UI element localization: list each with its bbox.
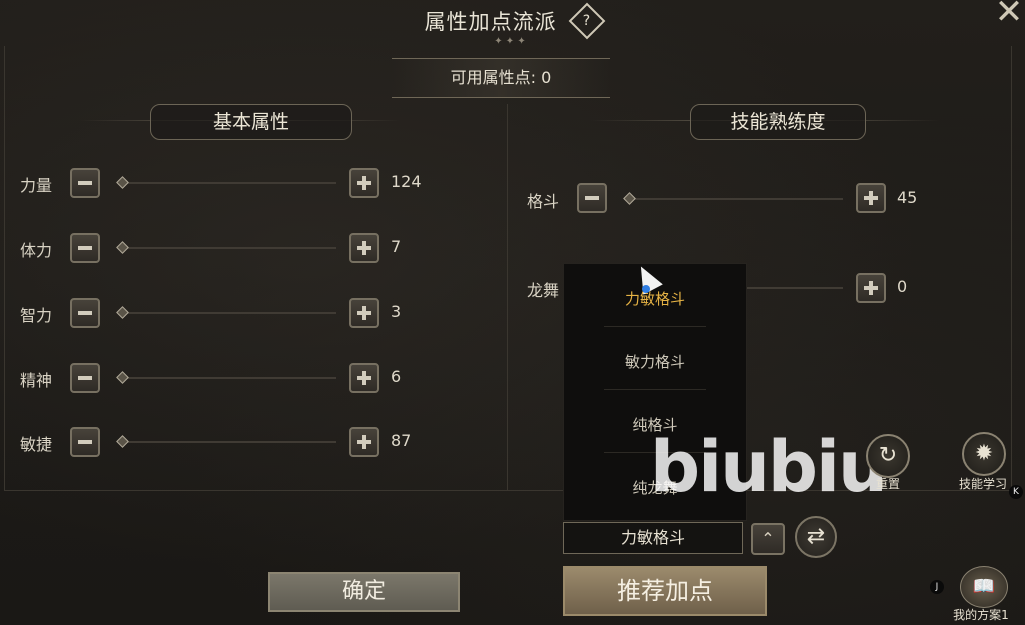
close-icon[interactable]: ✕: [993, 0, 1025, 29]
increase-button[interactable]: [349, 427, 379, 457]
reset-icon[interactable]: ↻: [866, 434, 910, 478]
decrease-button[interactable]: [70, 427, 100, 457]
attr-slider[interactable]: [118, 247, 336, 249]
dropdown-separator: [604, 326, 706, 327]
cursor-dot-icon: [642, 285, 650, 293]
attr-label: 智力: [20, 306, 53, 325]
my-plan-label: 我的方案1: [953, 608, 1009, 622]
skill-label: 格斗: [527, 192, 560, 211]
preset-select[interactable]: 力敏格斗: [563, 522, 743, 554]
help-icon[interactable]: ?: [568, 2, 606, 40]
attr-value: 6: [391, 367, 402, 386]
basic-section-title: 基本属性: [150, 104, 352, 140]
page-title: 属性加点流派 ?: [0, 2, 1025, 40]
section-divider: [507, 104, 508, 490]
increase-button[interactable]: [349, 168, 379, 198]
attr-value: 87: [391, 431, 412, 450]
reset-label: 重置: [875, 477, 900, 491]
skill-learn-icon[interactable]: ✹: [962, 432, 1006, 476]
increase-button[interactable]: [349, 363, 379, 393]
attr-label: 力量: [20, 176, 53, 195]
available-points: 可用属性点: 0: [392, 58, 610, 98]
increase-button[interactable]: [349, 233, 379, 263]
decrease-button[interactable]: [70, 363, 100, 393]
attr-value: 124: [391, 172, 422, 191]
hotkey-hint: J: [930, 580, 944, 594]
attr-value: 3: [391, 302, 402, 321]
watermark: biubiu: [650, 426, 888, 508]
increase-button[interactable]: [349, 298, 379, 328]
attr-label: 敏捷: [20, 435, 53, 454]
skill-section-title: 技能熟练度: [690, 104, 866, 140]
skill-value: 45: [897, 188, 918, 207]
attr-slider[interactable]: [118, 377, 336, 379]
recommend-button[interactable]: 推荐加点: [563, 566, 767, 616]
page-title-text: 属性加点流派: [424, 10, 557, 34]
hotkey-hint: K: [1009, 485, 1023, 499]
skill-label: 龙舞: [527, 281, 560, 300]
decrease-button[interactable]: [70, 168, 100, 198]
swap-icon[interactable]: ⇄: [795, 516, 837, 558]
title-ornament: ✦ ✦ ✦: [494, 36, 526, 47]
skill-slider[interactable]: [625, 198, 843, 200]
confirm-button[interactable]: 确定: [268, 572, 460, 612]
dropdown-separator: [604, 389, 706, 390]
attr-label: 体力: [20, 241, 53, 260]
attr-slider[interactable]: [118, 312, 336, 314]
increase-button[interactable]: [856, 183, 886, 213]
skill-learn-label: 技能学习: [958, 477, 1007, 491]
skill-slider[interactable]: [745, 287, 843, 289]
decrease-button[interactable]: [70, 298, 100, 328]
attr-label: 精神: [20, 371, 53, 390]
dropdown-option[interactable]: 敏力格斗: [564, 351, 746, 372]
attr-slider[interactable]: [118, 441, 336, 443]
book-icon[interactable]: 📖: [960, 566, 1008, 608]
dropdown-option[interactable]: 力敏格斗: [564, 288, 746, 309]
expand-up-icon[interactable]: ⌃: [751, 523, 785, 555]
decrease-button[interactable]: [577, 183, 607, 213]
decrease-button[interactable]: [70, 233, 100, 263]
skill-value: 0: [897, 277, 908, 296]
increase-button[interactable]: [856, 273, 886, 303]
attr-value: 7: [391, 237, 402, 256]
attr-slider[interactable]: [118, 182, 336, 184]
